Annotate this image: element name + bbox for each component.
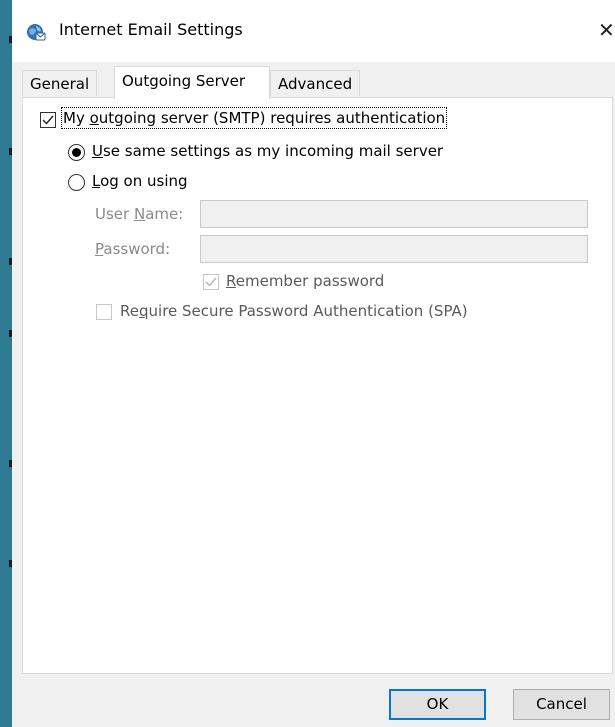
requires-auth-label[interactable]: My outgoing server (SMTP) requires authe… bbox=[60, 107, 448, 129]
use-same-settings-label[interactable]: Use same settings as my incoming mail se… bbox=[92, 142, 443, 160]
background-edge-mark bbox=[9, 258, 12, 265]
user-name-input[interactable] bbox=[200, 200, 588, 228]
checkmark-icon bbox=[205, 277, 217, 287]
close-icon[interactable]: ✕ bbox=[598, 14, 615, 46]
checkmark-icon bbox=[42, 115, 54, 125]
background-edge-mark bbox=[9, 148, 12, 155]
title-bar[interactable]: Internet Email Settings ✕ bbox=[12, 0, 615, 62]
spa-label: Require Secure Password Authentication (… bbox=[120, 302, 468, 320]
window-title: Internet Email Settings bbox=[59, 20, 243, 39]
globe-mail-icon bbox=[26, 22, 46, 42]
cancel-button[interactable]: Cancel bbox=[513, 689, 610, 720]
spa-checkbox[interactable] bbox=[96, 304, 112, 320]
user-name-label: User Name: bbox=[95, 205, 184, 223]
ok-button[interactable]: OK bbox=[389, 689, 486, 720]
tab-general[interactable]: General bbox=[22, 70, 98, 96]
use-same-settings-radio[interactable] bbox=[68, 144, 85, 161]
background-edge-mark bbox=[9, 330, 12, 337]
internet-email-settings-dialog: Internet Email Settings ✕ General Outgoi… bbox=[9, 0, 615, 727]
remember-password-label: Remember password bbox=[226, 272, 385, 290]
background-edge-mark bbox=[9, 460, 12, 467]
requires-auth-checkbox[interactable] bbox=[40, 112, 56, 128]
password-label: Password: bbox=[95, 240, 171, 258]
password-input[interactable] bbox=[200, 235, 588, 263]
remember-password-checkbox[interactable] bbox=[203, 274, 219, 290]
tab-outgoing-server[interactable]: Outgoing Server bbox=[114, 66, 270, 99]
background-edge-mark bbox=[9, 560, 12, 567]
outgoing-server-panel: My outgoing server (SMTP) requires authe… bbox=[22, 97, 613, 674]
log-on-using-label[interactable]: Log on using bbox=[92, 172, 188, 190]
tab-advanced[interactable]: Advanced bbox=[270, 70, 361, 96]
log-on-using-radio[interactable] bbox=[68, 174, 85, 191]
